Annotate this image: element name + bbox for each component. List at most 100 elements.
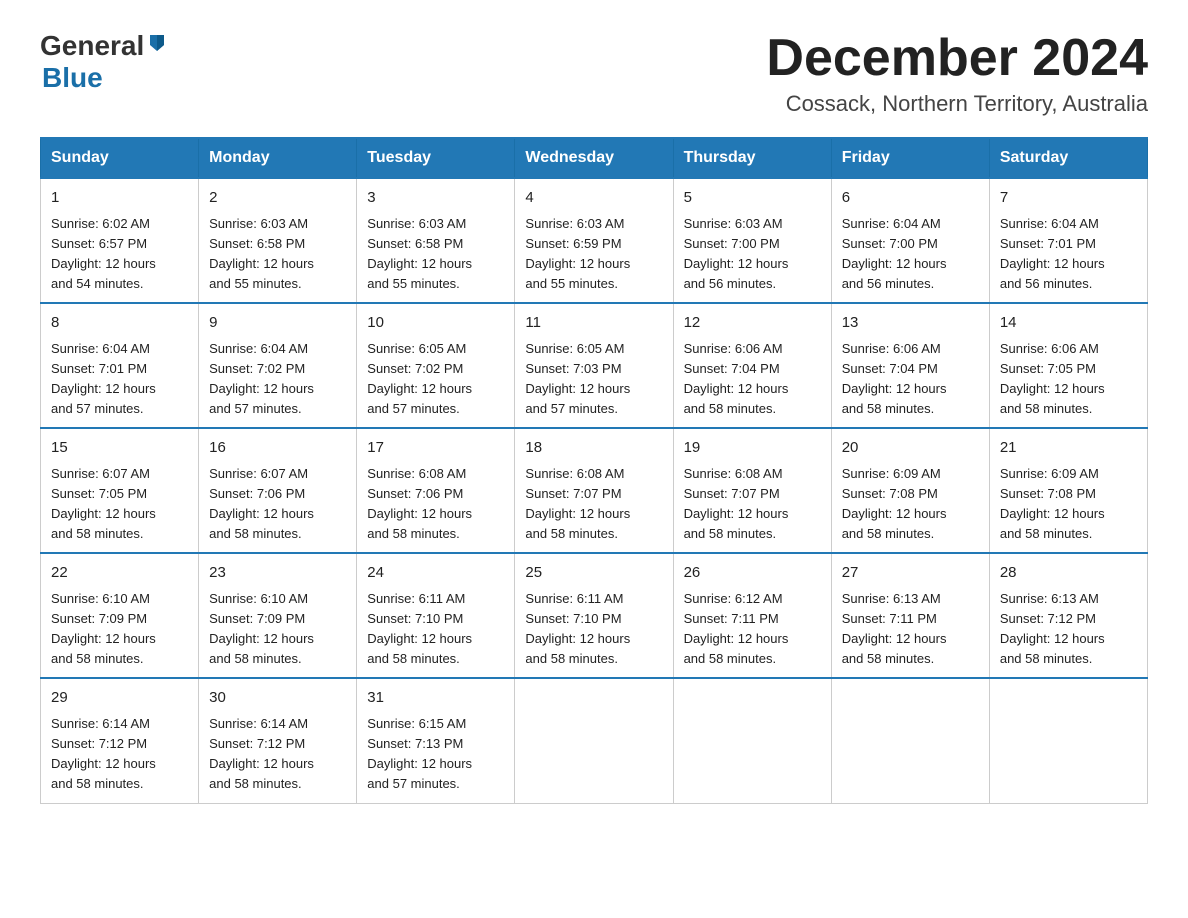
day-number: 4	[525, 187, 662, 210]
calendar-cell: 20 Sunrise: 6:09 AMSunset: 7:08 PMDaylig…	[831, 428, 989, 553]
day-info: Sunrise: 6:02 AMSunset: 6:57 PMDaylight:…	[51, 216, 156, 291]
day-info: Sunrise: 6:06 AMSunset: 7:04 PMDaylight:…	[842, 341, 947, 416]
day-info: Sunrise: 6:15 AMSunset: 7:13 PMDaylight:…	[367, 716, 472, 791]
logo: General Blue	[40, 30, 168, 94]
day-info: Sunrise: 6:14 AMSunset: 7:12 PMDaylight:…	[51, 716, 156, 791]
calendar-cell: 5 Sunrise: 6:03 AMSunset: 7:00 PMDayligh…	[673, 178, 831, 303]
calendar-cell: 13 Sunrise: 6:06 AMSunset: 7:04 PMDaylig…	[831, 303, 989, 428]
day-number: 28	[1000, 562, 1137, 585]
day-number: 24	[367, 562, 504, 585]
calendar-week-row: 15 Sunrise: 6:07 AMSunset: 7:05 PMDaylig…	[41, 428, 1148, 553]
day-info: Sunrise: 6:07 AMSunset: 7:05 PMDaylight:…	[51, 466, 156, 541]
calendar-cell: 6 Sunrise: 6:04 AMSunset: 7:00 PMDayligh…	[831, 178, 989, 303]
calendar-cell: 26 Sunrise: 6:12 AMSunset: 7:11 PMDaylig…	[673, 553, 831, 678]
logo-arrow-icon	[146, 31, 168, 58]
calendar-cell: 14 Sunrise: 6:06 AMSunset: 7:05 PMDaylig…	[989, 303, 1147, 428]
day-info: Sunrise: 6:10 AMSunset: 7:09 PMDaylight:…	[209, 591, 314, 666]
day-number: 18	[525, 437, 662, 460]
calendar-cell	[831, 678, 989, 803]
day-number: 23	[209, 562, 346, 585]
day-number: 16	[209, 437, 346, 460]
calendar-cell: 16 Sunrise: 6:07 AMSunset: 7:06 PMDaylig…	[199, 428, 357, 553]
day-info: Sunrise: 6:04 AMSunset: 7:00 PMDaylight:…	[842, 216, 947, 291]
calendar-table: SundayMondayTuesdayWednesdayThursdayFrid…	[40, 137, 1148, 803]
calendar-header-saturday: Saturday	[989, 138, 1147, 178]
day-info: Sunrise: 6:07 AMSunset: 7:06 PMDaylight:…	[209, 466, 314, 541]
day-info: Sunrise: 6:08 AMSunset: 7:06 PMDaylight:…	[367, 466, 472, 541]
calendar-cell: 27 Sunrise: 6:13 AMSunset: 7:11 PMDaylig…	[831, 553, 989, 678]
day-number: 15	[51, 437, 188, 460]
day-info: Sunrise: 6:09 AMSunset: 7:08 PMDaylight:…	[1000, 466, 1105, 541]
day-info: Sunrise: 6:06 AMSunset: 7:05 PMDaylight:…	[1000, 341, 1105, 416]
calendar-cell: 7 Sunrise: 6:04 AMSunset: 7:01 PMDayligh…	[989, 178, 1147, 303]
day-number: 31	[367, 687, 504, 710]
day-number: 30	[209, 687, 346, 710]
day-number: 17	[367, 437, 504, 460]
day-info: Sunrise: 6:03 AMSunset: 6:58 PMDaylight:…	[367, 216, 472, 291]
day-number: 5	[684, 187, 821, 210]
calendar-cell: 28 Sunrise: 6:13 AMSunset: 7:12 PMDaylig…	[989, 553, 1147, 678]
day-number: 9	[209, 312, 346, 335]
day-number: 29	[51, 687, 188, 710]
day-number: 6	[842, 187, 979, 210]
page-header: General Blue December 2024 Cossack, Nort…	[40, 30, 1148, 117]
calendar-header-friday: Friday	[831, 138, 989, 178]
calendar-cell: 18 Sunrise: 6:08 AMSunset: 7:07 PMDaylig…	[515, 428, 673, 553]
day-number: 10	[367, 312, 504, 335]
calendar-cell	[989, 678, 1147, 803]
day-info: Sunrise: 6:09 AMSunset: 7:08 PMDaylight:…	[842, 466, 947, 541]
calendar-cell	[673, 678, 831, 803]
day-info: Sunrise: 6:11 AMSunset: 7:10 PMDaylight:…	[525, 591, 630, 666]
calendar-header-thursday: Thursday	[673, 138, 831, 178]
calendar-cell: 9 Sunrise: 6:04 AMSunset: 7:02 PMDayligh…	[199, 303, 357, 428]
day-number: 13	[842, 312, 979, 335]
day-info: Sunrise: 6:03 AMSunset: 6:58 PMDaylight:…	[209, 216, 314, 291]
calendar-cell: 2 Sunrise: 6:03 AMSunset: 6:58 PMDayligh…	[199, 178, 357, 303]
calendar-cell: 3 Sunrise: 6:03 AMSunset: 6:58 PMDayligh…	[357, 178, 515, 303]
calendar-cell: 11 Sunrise: 6:05 AMSunset: 7:03 PMDaylig…	[515, 303, 673, 428]
calendar-cell: 17 Sunrise: 6:08 AMSunset: 7:06 PMDaylig…	[357, 428, 515, 553]
day-info: Sunrise: 6:04 AMSunset: 7:02 PMDaylight:…	[209, 341, 314, 416]
day-number: 25	[525, 562, 662, 585]
title-section: December 2024 Cossack, Northern Territor…	[766, 30, 1148, 117]
day-number: 2	[209, 187, 346, 210]
calendar-cell: 21 Sunrise: 6:09 AMSunset: 7:08 PMDaylig…	[989, 428, 1147, 553]
calendar-header-wednesday: Wednesday	[515, 138, 673, 178]
calendar-cell: 23 Sunrise: 6:10 AMSunset: 7:09 PMDaylig…	[199, 553, 357, 678]
calendar-cell: 30 Sunrise: 6:14 AMSunset: 7:12 PMDaylig…	[199, 678, 357, 803]
day-number: 21	[1000, 437, 1137, 460]
day-number: 19	[684, 437, 821, 460]
location-title: Cossack, Northern Territory, Australia	[766, 91, 1148, 117]
calendar-cell	[515, 678, 673, 803]
calendar-cell: 4 Sunrise: 6:03 AMSunset: 6:59 PMDayligh…	[515, 178, 673, 303]
calendar-week-row: 1 Sunrise: 6:02 AMSunset: 6:57 PMDayligh…	[41, 178, 1148, 303]
day-info: Sunrise: 6:04 AMSunset: 7:01 PMDaylight:…	[1000, 216, 1105, 291]
calendar-cell: 22 Sunrise: 6:10 AMSunset: 7:09 PMDaylig…	[41, 553, 199, 678]
calendar-cell: 8 Sunrise: 6:04 AMSunset: 7:01 PMDayligh…	[41, 303, 199, 428]
day-info: Sunrise: 6:08 AMSunset: 7:07 PMDaylight:…	[684, 466, 789, 541]
calendar-cell: 19 Sunrise: 6:08 AMSunset: 7:07 PMDaylig…	[673, 428, 831, 553]
day-number: 27	[842, 562, 979, 585]
calendar-cell: 31 Sunrise: 6:15 AMSunset: 7:13 PMDaylig…	[357, 678, 515, 803]
calendar-week-row: 29 Sunrise: 6:14 AMSunset: 7:12 PMDaylig…	[41, 678, 1148, 803]
calendar-cell: 12 Sunrise: 6:06 AMSunset: 7:04 PMDaylig…	[673, 303, 831, 428]
logo-general-text: General	[40, 30, 144, 62]
day-info: Sunrise: 6:10 AMSunset: 7:09 PMDaylight:…	[51, 591, 156, 666]
day-info: Sunrise: 6:05 AMSunset: 7:03 PMDaylight:…	[525, 341, 630, 416]
calendar-header-row: SundayMondayTuesdayWednesdayThursdayFrid…	[41, 138, 1148, 178]
day-number: 12	[684, 312, 821, 335]
day-info: Sunrise: 6:12 AMSunset: 7:11 PMDaylight:…	[684, 591, 789, 666]
month-title: December 2024	[766, 30, 1148, 87]
day-info: Sunrise: 6:14 AMSunset: 7:12 PMDaylight:…	[209, 716, 314, 791]
calendar-cell: 24 Sunrise: 6:11 AMSunset: 7:10 PMDaylig…	[357, 553, 515, 678]
calendar-cell: 10 Sunrise: 6:05 AMSunset: 7:02 PMDaylig…	[357, 303, 515, 428]
day-number: 22	[51, 562, 188, 585]
day-info: Sunrise: 6:03 AMSunset: 7:00 PMDaylight:…	[684, 216, 789, 291]
calendar-week-row: 8 Sunrise: 6:04 AMSunset: 7:01 PMDayligh…	[41, 303, 1148, 428]
calendar-cell: 15 Sunrise: 6:07 AMSunset: 7:05 PMDaylig…	[41, 428, 199, 553]
day-info: Sunrise: 6:11 AMSunset: 7:10 PMDaylight:…	[367, 591, 472, 666]
day-info: Sunrise: 6:04 AMSunset: 7:01 PMDaylight:…	[51, 341, 156, 416]
day-info: Sunrise: 6:06 AMSunset: 7:04 PMDaylight:…	[684, 341, 789, 416]
calendar-cell: 25 Sunrise: 6:11 AMSunset: 7:10 PMDaylig…	[515, 553, 673, 678]
calendar-week-row: 22 Sunrise: 6:10 AMSunset: 7:09 PMDaylig…	[41, 553, 1148, 678]
